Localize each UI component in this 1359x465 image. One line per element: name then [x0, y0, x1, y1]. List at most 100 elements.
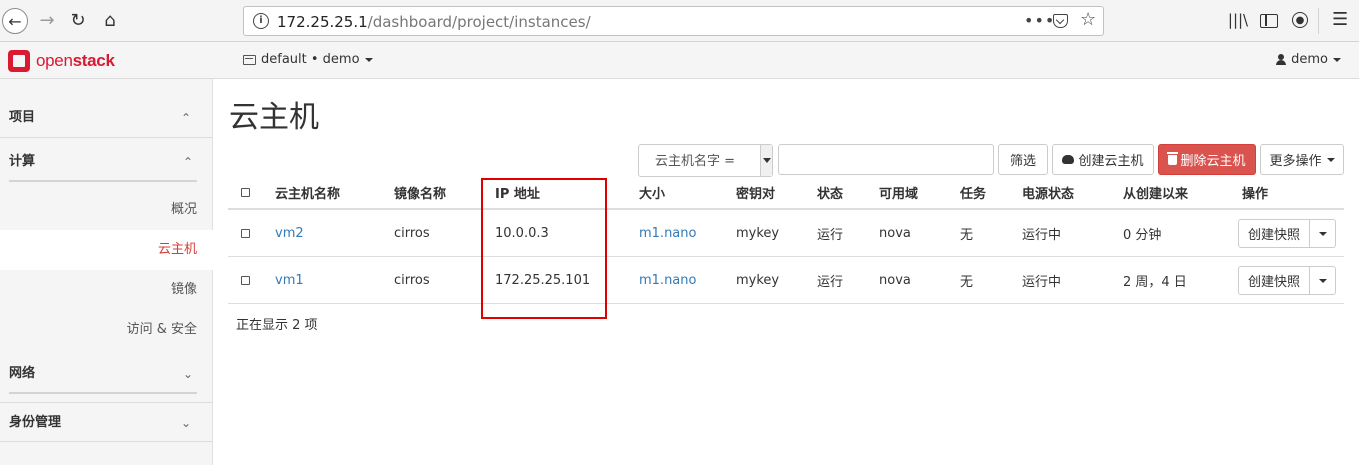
brand-logo-link[interactable]: openstack	[8, 50, 115, 72]
key-pair: mykey	[736, 225, 780, 241]
more-actions-button[interactable]: 更多操作	[1260, 144, 1344, 175]
flavor-link[interactable]: m1.nano	[639, 210, 696, 256]
caret-down-icon	[364, 57, 373, 62]
select-all-checkbox[interactable]	[241, 188, 250, 197]
caret-down-icon	[1326, 157, 1335, 162]
info-icon[interactable]: i	[253, 13, 269, 29]
column-header[interactable]: 镜像名称	[394, 177, 446, 208]
filter-select-value: 云主机名字 =	[655, 154, 736, 169]
flavor-link[interactable]: m1.nano	[639, 257, 696, 303]
instance-name-link[interactable]: vm1	[275, 257, 304, 303]
user-icon	[1276, 54, 1287, 65]
table-row: vm2 cirros 10.0.0.3 m1.nano mykey 运行 nov…	[228, 210, 1344, 257]
select-arrow-icon	[760, 145, 772, 176]
caret-down-icon	[1333, 57, 1341, 62]
sidebar-group-compute[interactable]: 计算 ⌃	[9, 142, 197, 182]
url-bar[interactable]: i 172.25.25.1/dashboard/project/instance…	[243, 6, 1104, 36]
project-switcher[interactable]: default • demo	[243, 52, 373, 67]
row-actions: 创建快照	[1237, 219, 1336, 248]
account-icon[interactable]: ●	[1292, 12, 1308, 28]
item-count-text: 正在显示 2 项	[236, 318, 318, 333]
url-text[interactable]: 172.25.25.1/dashboard/project/instances/	[277, 13, 591, 31]
openstack-logo-icon	[8, 50, 30, 72]
status: 运行	[817, 227, 844, 243]
sidebar-item-overview[interactable]: 概况	[0, 190, 213, 230]
trash-icon	[1167, 151, 1179, 165]
home-icon[interactable]: ⌂	[96, 6, 124, 34]
chevron-up-icon: ⌃	[180, 111, 191, 125]
reload-icon[interactable]: ↻	[64, 6, 92, 34]
caret-down-icon	[1318, 231, 1327, 236]
sidebar-item-access-security[interactable]: 访问 & 安全	[0, 310, 213, 350]
sidebar-item-label: 云主机	[157, 242, 197, 257]
sidebar-section-identity[interactable]: 身份管理 ⌄	[0, 402, 213, 442]
more-actions-label: 更多操作	[1269, 154, 1322, 169]
forward-arrow-icon[interactable]: →	[33, 6, 61, 34]
instance-name-link[interactable]: vm2	[275, 210, 304, 256]
row-actions-dropdown[interactable]	[1310, 219, 1336, 248]
column-header[interactable]: 云主机名称	[275, 177, 340, 208]
column-header[interactable]: 任务	[960, 177, 986, 208]
sidebar-section-label: 身份管理	[9, 415, 62, 430]
filter-button[interactable]: 筛选	[998, 144, 1048, 175]
row-checkbox-cell	[241, 210, 250, 256]
row-actions-dropdown[interactable]	[1310, 266, 1336, 295]
column-header[interactable]: 从创建以来	[1123, 177, 1188, 208]
delete-instances-button[interactable]: 删除云主机	[1158, 144, 1256, 175]
power-state: 运行中	[1022, 274, 1062, 290]
brand-prefix: open	[36, 51, 73, 70]
user-menu[interactable]: demo	[1276, 52, 1341, 67]
back-arrow-icon[interactable]: ←	[2, 8, 28, 34]
key-pair: mykey	[736, 272, 780, 288]
more-actions-icon[interactable]: •••	[1024, 11, 1055, 30]
app-header: openstack default • demo demo	[0, 42, 1359, 79]
sidebar-item-instances[interactable]: 云主机	[0, 230, 213, 270]
column-header[interactable]: 状态	[817, 177, 843, 208]
project-label: default • demo	[261, 52, 360, 67]
image-name: cirros	[394, 225, 430, 241]
row-checkbox[interactable]	[241, 275, 250, 285]
caret-down-icon	[1318, 278, 1327, 283]
availability-zone: nova	[879, 272, 911, 288]
hamburger-menu-icon[interactable]: ☰	[1332, 9, 1348, 30]
library-icon[interactable]: |||\	[1228, 10, 1248, 30]
bookmark-star-icon[interactable]: ☆	[1080, 9, 1096, 30]
project-icon	[243, 54, 256, 65]
age: 0 分钟	[1123, 227, 1162, 243]
filter-field-select[interactable]: 云主机名字 =	[638, 144, 773, 177]
row-actions: 创建快照	[1237, 266, 1336, 295]
sidebar-group-network[interactable]: 网络 ⌄	[9, 354, 197, 394]
sidebar-group-label: 网络	[9, 366, 36, 381]
column-header[interactable]: 电源状态	[1022, 177, 1074, 208]
column-header[interactable]: 可用域	[879, 177, 918, 208]
user-label: demo	[1291, 52, 1328, 67]
instances-table: 云主机名称 镜像名称 IP 地址 大小 密钥对 状态 可用域 任务 电源状态 从…	[228, 177, 1344, 304]
sidebar: 项目 ⌃ 计算 ⌃ 概况 云主机 镜像 访问 & 安全 网络 ⌄ 身份管理 ⌄	[0, 79, 213, 465]
brand-name: openstack	[36, 51, 115, 71]
sidebar-toggle-icon[interactable]	[1260, 14, 1278, 28]
filter-input[interactable]	[778, 144, 994, 175]
url-path: /dashboard/project/instances/	[367, 13, 591, 31]
image-name: cirros	[394, 272, 430, 288]
age: 2 周，4 日	[1123, 274, 1187, 290]
column-header[interactable]: 密钥对	[736, 177, 775, 208]
power-state: 运行中	[1022, 227, 1062, 243]
row-checkbox[interactable]	[241, 228, 250, 238]
delete-instances-label: 删除云主机	[1180, 154, 1246, 169]
create-snapshot-button[interactable]: 创建快照	[1237, 219, 1310, 248]
sidebar-item-images[interactable]: 镜像	[0, 270, 213, 310]
sidebar-section-label: 项目	[9, 110, 36, 125]
create-snapshot-button[interactable]: 创建快照	[1237, 266, 1310, 295]
task: 无	[960, 274, 974, 290]
browser-toolbar: ← → ↻ ⌂ i 172.25.25.1/dashboard/project/…	[0, 0, 1359, 42]
sidebar-item-label: 概况	[170, 202, 197, 217]
chevron-down-icon: ⌄	[180, 416, 191, 430]
table-row: vm1 cirros 172.25.25.101 m1.nano mykey 运…	[228, 257, 1344, 304]
toolbar-divider	[1318, 8, 1319, 34]
url-host: 172.25.25.1	[277, 13, 368, 31]
chevron-up-icon: ⌃	[182, 155, 193, 169]
create-instance-button[interactable]: 创建云主机	[1052, 144, 1154, 175]
sidebar-section-project[interactable]: 项目 ⌃	[0, 98, 213, 138]
pocket-icon[interactable]	[1053, 14, 1068, 28]
column-header[interactable]: 大小	[639, 177, 665, 208]
